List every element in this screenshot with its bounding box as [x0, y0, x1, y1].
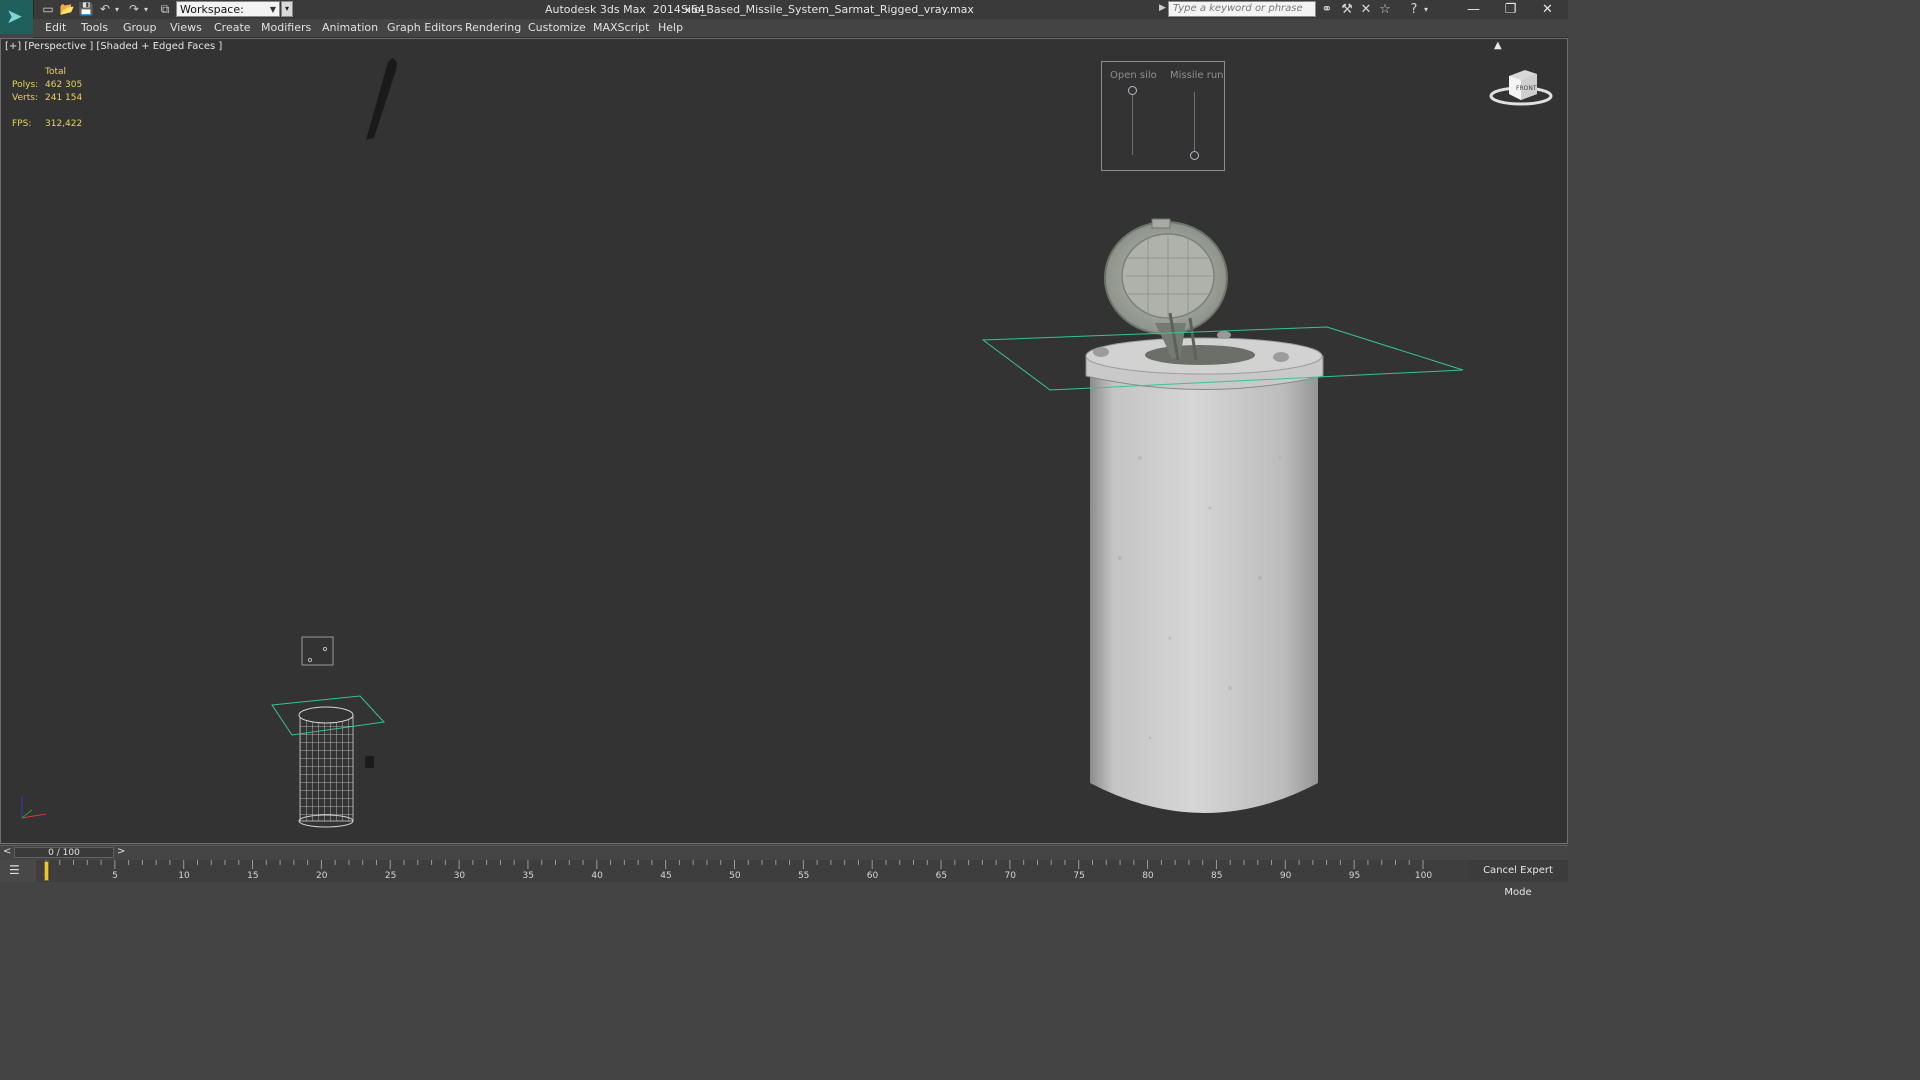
open-file-icon[interactable]: 📂 — [59, 2, 75, 17]
viewcube[interactable]: FRONT — [1489, 64, 1553, 110]
missile-run-label: Missile run — [1170, 70, 1224, 81]
undo-icon[interactable]: ↶ — [97, 2, 113, 17]
track-tick-label: 15 — [247, 871, 259, 881]
track-tick-label: 70 — [1004, 871, 1016, 881]
track-tick-label: 50 — [729, 871, 741, 881]
time-prev-button[interactable]: < — [3, 846, 11, 857]
scene-geometry[interactable] — [0, 38, 1568, 844]
track-tick-label: 45 — [660, 871, 672, 881]
menu-edit[interactable]: Edit — [45, 21, 66, 34]
track-tick-label: 60 — [866, 871, 879, 881]
time-cursor[interactable] — [44, 861, 49, 881]
track-tick-label: 25 — [384, 871, 397, 881]
track-tick-label: 30 — [453, 871, 466, 881]
menu-group[interactable]: Group — [123, 21, 157, 34]
menu-animation[interactable]: Animation — [322, 21, 378, 34]
search-input[interactable]: Type a keyword or phrase — [1168, 1, 1316, 17]
close-button[interactable]: ✕ — [1529, 0, 1566, 19]
redo-icon[interactable]: ↷ — [126, 2, 142, 17]
track-tick-label: 10 — [178, 871, 190, 881]
new-file-icon[interactable]: ▭ — [40, 2, 56, 17]
save-file-icon[interactable]: 💾 — [78, 2, 94, 17]
app-menu-button[interactable]: ➤ — [0, 0, 34, 34]
menu-tools[interactable]: Tools — [81, 21, 108, 34]
track-tick-label: 85 — [1211, 871, 1223, 881]
communication-center-icon[interactable]: ✕ — [1358, 2, 1374, 17]
help-icon[interactable]: ? — [1406, 2, 1422, 17]
menu-create[interactable]: Create — [214, 21, 251, 34]
subscription-icon[interactable]: ⚒ — [1339, 2, 1355, 17]
menu-graph-editors[interactable]: Graph Editors — [387, 21, 463, 34]
track-tick-label: 90 — [1279, 871, 1292, 881]
track-tick-label: 40 — [591, 871, 603, 881]
track-tick-label: 95 — [1348, 871, 1361, 881]
silo-small-wireframe — [271, 695, 386, 828]
restore-button[interactable]: ❐ — [1492, 0, 1529, 19]
minimize-button[interactable]: — — [1455, 0, 1492, 19]
axis-gizmo — [21, 796, 47, 819]
menu-help[interactable]: Help — [658, 21, 683, 34]
time-slider[interactable]: 0 / 100 — [14, 847, 114, 858]
track-tick-label: 20 — [316, 871, 328, 881]
track-tick-label: 35 — [522, 871, 534, 881]
missile-run-track — [1194, 92, 1195, 152]
curve-editor-icon: ☰ — [9, 863, 20, 877]
track-tick-label: 65 — [935, 871, 948, 881]
redo-dropdown-icon[interactable]: ▾ — [142, 2, 150, 17]
workspace-dropdown[interactable]: Workspace: Default ▼ — [176, 1, 280, 32]
menu-views[interactable]: Views — [170, 21, 202, 34]
time-slider-bar — [0, 845, 1568, 861]
track-tick-label: 5 — [112, 871, 118, 881]
track-tick-label: 100 — [1414, 871, 1433, 881]
open-silo-track — [1132, 95, 1133, 155]
missile-small — [366, 58, 397, 140]
project-folder-icon[interactable]: ⧉ — [157, 2, 173, 17]
document-title: Silo_Based_Missile_System_Sarmat_Rigged_… — [681, 3, 974, 16]
track-tick-label: 75 — [1073, 871, 1085, 881]
control-panel-thumbnail — [301, 636, 334, 666]
favorites-star-icon[interactable]: ☆ — [1377, 2, 1393, 17]
help-dropdown-icon[interactable]: ▾ — [1422, 2, 1430, 17]
viewcube-face-label: FRONT — [1516, 85, 1537, 92]
menu-customize[interactable]: Customize — [528, 21, 586, 34]
silo-large — [1085, 218, 1324, 813]
undo-dropdown-icon[interactable]: ▾ — [113, 2, 121, 17]
search-expand-icon[interactable]: ▶ — [1159, 3, 1166, 13]
binoculars-icon[interactable]: ⚭ — [1319, 2, 1335, 17]
track-tick-label: 55 — [797, 871, 810, 881]
time-next-button[interactable]: > — [117, 846, 125, 857]
open-silo-slider-knob[interactable] — [1128, 86, 1137, 95]
track-tick-label: 80 — [1142, 871, 1154, 881]
open-silo-label: Open silo — [1110, 70, 1157, 81]
chevron-down-icon: ▼ — [269, 5, 276, 14]
cancel-expert-mode-button[interactable]: Cancel Expert Mode — [1468, 860, 1568, 898]
missile-run-slider-knob[interactable] — [1190, 151, 1199, 160]
mini-curve-editor-toggle[interactable]: ☰ — [0, 860, 36, 882]
menu-rendering[interactable]: Rendering — [465, 21, 521, 34]
workspace-options-button[interactable]: ▾ — [281, 1, 293, 17]
menu-modifiers[interactable]: Modifiers — [261, 21, 311, 34]
menu-maxscript[interactable]: MAXScript — [593, 21, 649, 34]
3dsmax-logo-icon: ➤ — [6, 4, 23, 28]
